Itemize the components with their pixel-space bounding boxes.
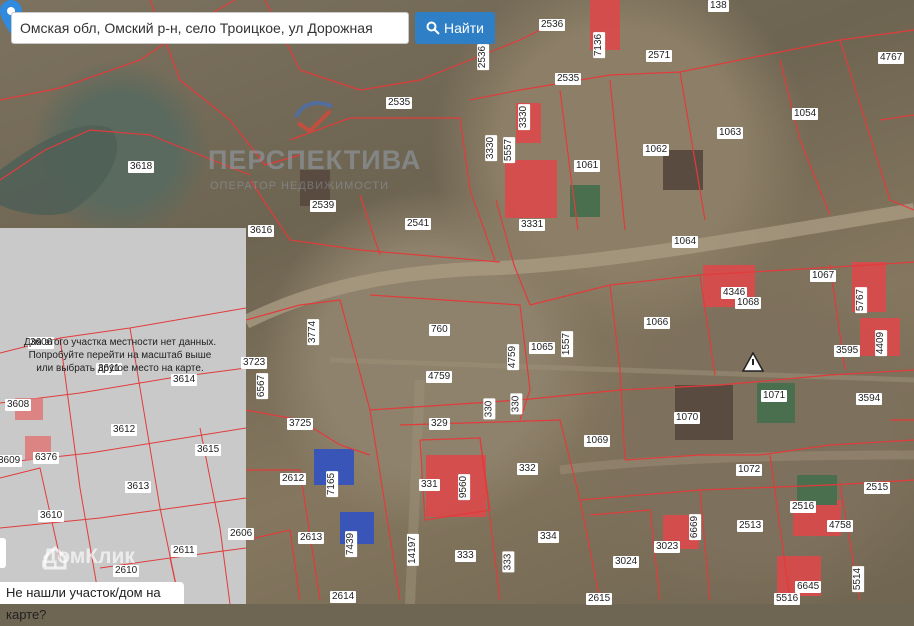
no-data-message: Для этого участка местности нет данных. …	[14, 336, 226, 375]
parcel-label: 3331	[519, 219, 546, 231]
parcel-label: 4758	[827, 520, 854, 532]
parcel-label: 330	[510, 393, 523, 415]
no-data-line-1: Для этого участка местности нет данных.	[23, 337, 217, 348]
parcel-label: 1062	[643, 144, 670, 156]
parcel-label: 1064	[672, 236, 699, 248]
parcel-label: 2612	[280, 473, 307, 485]
parcel-label: 1065	[529, 342, 556, 354]
parcel-label: 1071	[761, 390, 788, 402]
parcel-label: 3024	[613, 556, 640, 568]
watermark-logo-icon	[294, 100, 334, 134]
parcel-label: 1063	[717, 127, 744, 139]
parcel-label: 1054	[792, 108, 819, 120]
parcel-label: 760	[429, 324, 450, 336]
parcel-label: 2515	[864, 482, 891, 494]
parcel-label: 2516	[790, 501, 817, 513]
parcel-label: 2536	[477, 43, 490, 71]
no-data-line-3: или выбрать другое место на карте.	[36, 363, 204, 374]
parcel-label: 5514	[852, 565, 865, 593]
parcel-label: 1069	[584, 435, 611, 447]
parcel-label: 6645	[795, 581, 822, 593]
parcel-label: 2611	[171, 545, 197, 557]
no-data-line-2: Попробуйте перейти на масштаб выше	[28, 350, 212, 361]
parcel-label: 1066	[644, 317, 671, 329]
parcel-label: 2541	[405, 218, 432, 230]
parcel-label: 3615	[195, 444, 222, 456]
watermark-brand: ПЕРСПЕКТИВА	[208, 145, 422, 175]
feedback-link[interactable]: Не нашли участок/дом на карте?	[0, 582, 184, 622]
parcel-label: 1067	[810, 270, 837, 282]
search-icon	[426, 21, 440, 35]
domclick-house-icon	[43, 545, 67, 570]
parcel-label: 3612	[111, 424, 138, 436]
parcel-label: 3613	[125, 481, 152, 493]
parcel-label: 3330	[485, 134, 498, 162]
parcel-label: 138	[708, 0, 729, 12]
search-box	[11, 12, 409, 44]
parcel-label: 7165	[326, 470, 339, 498]
parcel-label: 2535	[555, 73, 582, 85]
parcel-label: 5767	[855, 286, 868, 314]
parcel-label: 3614	[171, 374, 198, 386]
parcel-label: 3725	[287, 418, 314, 430]
parcel-label: 3610	[38, 510, 65, 522]
parcel-label: 1068	[735, 297, 762, 309]
parcel-label: 4759	[507, 343, 520, 371]
parcel-label: 333	[502, 551, 515, 573]
satellite-map[interactable]: 138 2536 2571 4767 2535 2535 1054 1063 1062 1061 3…	[0, 0, 914, 622]
parcel-label: 1070	[674, 412, 701, 424]
parcel-label: 1557	[561, 330, 574, 358]
parcel-label: 2606	[228, 528, 255, 540]
parcel-label: 332	[517, 463, 538, 475]
watermark-tagline: ОПЕРАТОР НЕДВИЖИМОСТИ	[210, 180, 390, 192]
parcel-label: 2571	[646, 50, 673, 62]
parcel-label: 6669	[689, 513, 702, 541]
parcel-label: 3608	[5, 399, 32, 411]
parcel-label: 3616	[248, 225, 275, 237]
parcel-label: 3023	[654, 541, 681, 553]
parcel-label: 330	[483, 398, 496, 420]
parcel-label: 2536	[539, 19, 566, 31]
parcel-label: 334	[538, 531, 559, 543]
parcel-label: 3609	[0, 455, 23, 467]
parcel-label: 331	[419, 479, 440, 491]
parcel-label: 2513	[737, 520, 764, 532]
parcel-label: 3594	[856, 393, 883, 405]
parcel-label: 7136	[593, 31, 606, 59]
parcel-label: 3618	[128, 161, 155, 173]
parcel-label: 3723	[241, 357, 268, 369]
parcel-label: 2535	[386, 97, 413, 109]
domclick-logo: ДомКлик	[42, 545, 135, 570]
parcel-label: 2539	[310, 200, 337, 212]
parcel-label: 329	[429, 418, 450, 430]
side-panel-toggle[interactable]	[0, 538, 6, 568]
warning-triangle-icon	[742, 352, 764, 372]
parcel-label: 7439	[345, 530, 358, 558]
search-input[interactable]	[12, 13, 408, 43]
parcel-label: 3774	[307, 318, 320, 346]
parcel-label: 5557	[503, 136, 516, 164]
parcel-label: 5516	[774, 593, 801, 605]
parcel-label: 1061	[574, 160, 601, 172]
parcel-label: 4409	[875, 329, 888, 357]
parcel-label: 2613	[298, 532, 325, 544]
parcel-label: 9560	[458, 473, 471, 501]
parcel-label: 6376	[33, 452, 60, 464]
parcel-label: 3330	[518, 103, 531, 131]
parcel-label: 6567	[256, 372, 269, 400]
search-button-label: Найти	[444, 20, 484, 36]
parcel-label: 333	[455, 550, 476, 562]
parcel-label: 2614	[330, 591, 357, 603]
parcel-label: 4759	[426, 371, 453, 383]
parcel-label: 14197	[406, 534, 419, 566]
parcel-label: 3595	[834, 345, 861, 357]
parcel-label: 4767	[878, 52, 905, 64]
search-button[interactable]: Найти	[415, 12, 495, 44]
parcel-label: 2615	[586, 593, 613, 605]
parcel-label: 1072	[736, 464, 763, 476]
